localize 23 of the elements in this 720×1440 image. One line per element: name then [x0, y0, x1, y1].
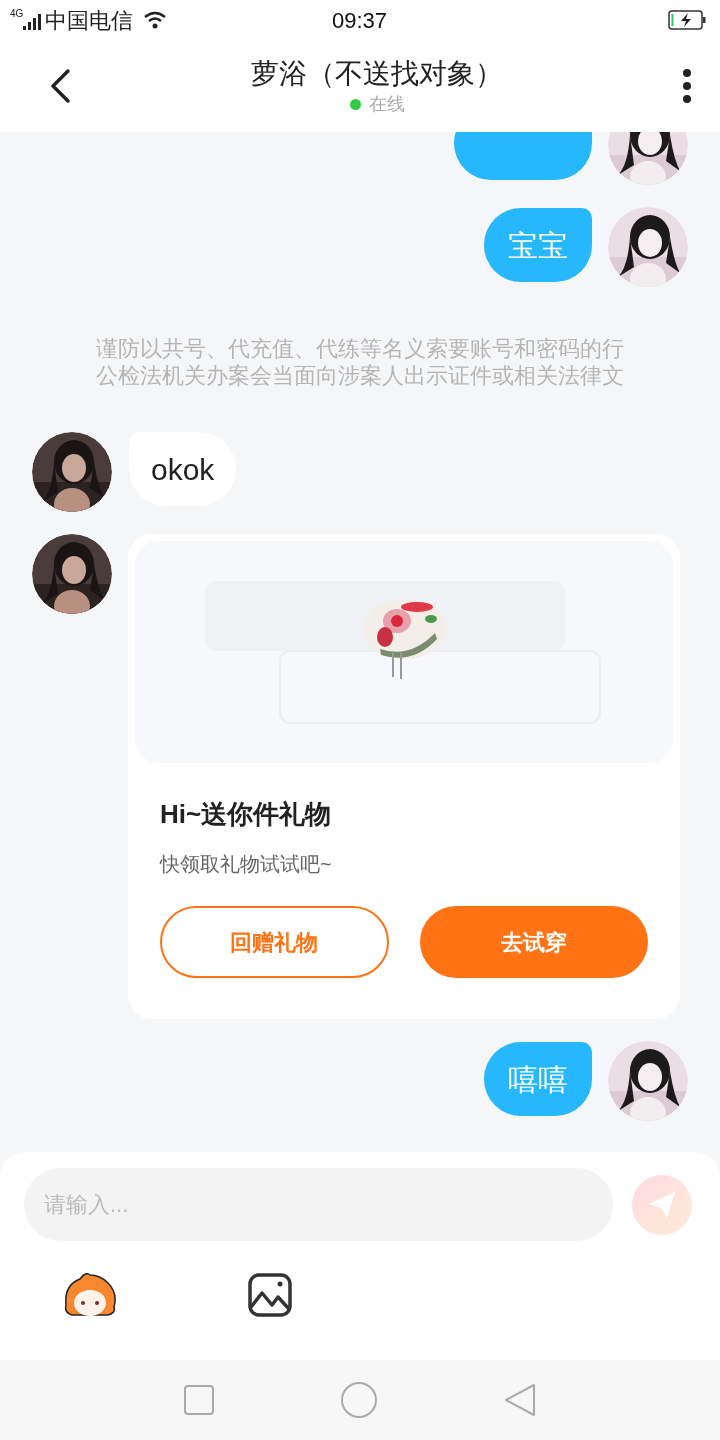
back-icon[interactable] — [48, 68, 72, 104]
notice-text: 谨防以共号、代充值、代练等名义索要账号和密码的行 — [96, 335, 624, 362]
message-input[interactable]: 请输入... — [24, 1168, 613, 1241]
message-bubble: 嘻嘻 — [484, 1042, 592, 1116]
online-status: 在线 — [368, 93, 405, 116]
clock: 09:37 — [332, 6, 388, 35]
message-bubble: okok — [129, 432, 237, 506]
battery-icon — [668, 10, 706, 30]
gift-title: Hi~送你件礼物 — [160, 798, 333, 830]
send-icon — [647, 1189, 677, 1220]
gift-subtitle: 快领取礼物试试吧~ — [160, 852, 333, 877]
notice-text: 公检法机关办案会当面向涉案人出示证件或相关法律文 — [96, 362, 624, 389]
chat-title: 萝浴（不送找对象） — [251, 57, 503, 91]
wifi-icon — [143, 11, 168, 29]
carrier-label: 中国电信 — [45, 6, 134, 35]
image-icon[interactable] — [248, 1273, 292, 1317]
return-gift-button[interactable]: 回赠礼物 — [160, 906, 389, 978]
network-label: 4G — [10, 7, 24, 21]
try-on-button[interactable]: 去试穿 — [419, 906, 648, 978]
message-bubble: 宝宝 — [484, 208, 592, 282]
signal-icon — [23, 14, 42, 30]
more-icon[interactable] — [682, 68, 692, 104]
mascot-icon[interactable] — [62, 1271, 118, 1319]
